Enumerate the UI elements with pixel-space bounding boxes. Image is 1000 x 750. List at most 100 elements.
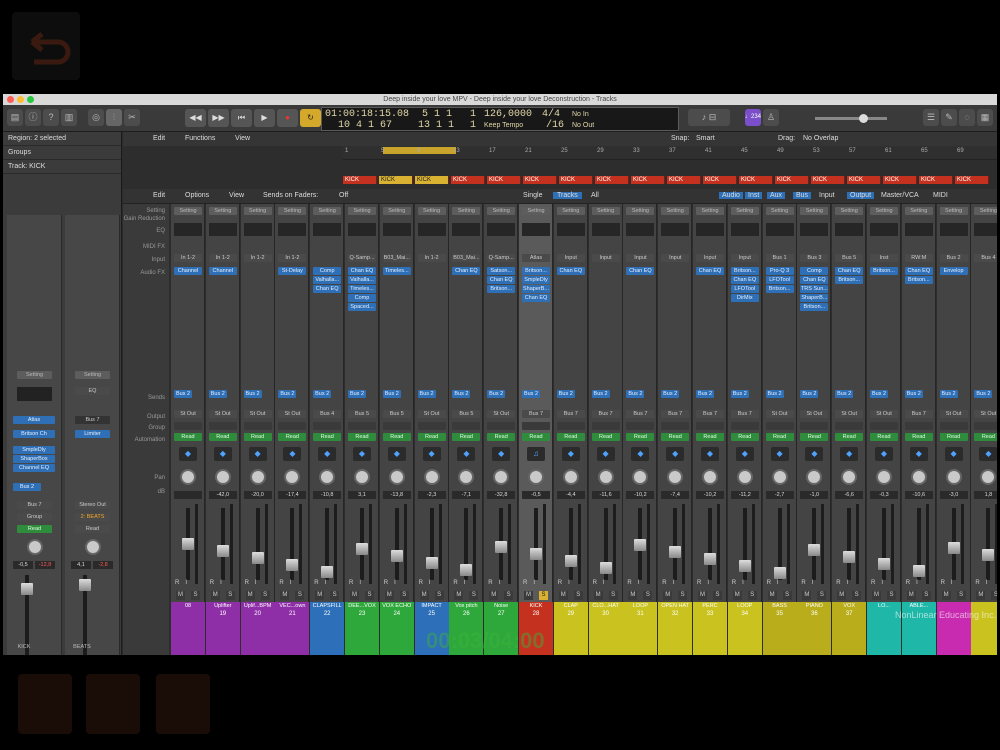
mute-button[interactable]: M [872,591,881,600]
output-slot[interactable]: St Out [974,410,997,418]
output-slot[interactable]: St Out [765,410,794,418]
group-slot[interactable] [870,422,898,430]
mute-button[interactable]: M [384,591,394,600]
plugin-slot[interactable]: Satson... [487,267,516,275]
input-slot[interactable]: Bus 4 [974,254,997,262]
strip-setting[interactable]: Setting [278,207,307,215]
eq-thumbnail[interactable] [278,223,307,236]
volume-fader[interactable] [495,508,508,580]
input-slot[interactable]: Bus 3 [800,254,829,262]
solo-button[interactable]: S [365,591,374,600]
fader-cap[interactable] [738,560,751,572]
mute-button[interactable]: M [976,591,986,600]
record-input-buttons[interactable]: RI [453,580,471,586]
filter-aux[interactable]: Aux [767,192,786,199]
back-button[interactable] [12,12,80,80]
output-slot[interactable]: Bus 4 [313,410,342,418]
mute-button[interactable]: M [767,591,777,600]
group-slot[interactable] [626,422,655,430]
output-slot[interactable]: St Out [800,410,829,418]
plugin-slot[interactable]: Valhalla... [348,276,376,284]
kick-region[interactable]: KICK [343,176,377,184]
pan-knob[interactable] [284,469,301,485]
automation-mode[interactable]: Read [313,433,342,441]
volume-fader[interactable] [738,508,751,580]
volume-fader[interactable] [912,508,925,580]
group-slot[interactable] [452,422,481,430]
volume-fader[interactable] [878,508,890,580]
pan-knob[interactable] [249,469,266,485]
plugin-slot[interactable]: Britson... [800,303,829,311]
pan-knob[interactable] [319,469,336,485]
strip-setting[interactable]: Setting [626,207,655,215]
solo-button[interactable]: S [887,591,896,600]
send-slot[interactable]: Bus 2 [452,390,471,398]
fader-cap[interactable] [321,566,334,578]
plugin-slot[interactable]: Atlas [13,416,55,424]
group-slot[interactable] [591,422,620,430]
record-input-buttons[interactable]: RI [941,580,959,586]
solo-button[interactable]: S [539,591,548,600]
filter-input[interactable]: Input [819,192,835,199]
plugin-slot[interactable]: SmpleDly [13,446,55,454]
functions-menu[interactable]: Functions [185,135,215,142]
automation-mode[interactable]: Read [417,433,446,441]
strip-setting[interactable]: Setting [974,207,997,215]
send-slot[interactable]: Bus 2 [382,390,401,398]
solo-button[interactable]: S [782,591,792,600]
output-slot[interactable]: Bus 7 [522,410,550,418]
send-slot[interactable]: Bus 2 [208,390,227,398]
kick-region[interactable]: KICK [595,176,629,184]
strip-setting[interactable]: Setting [17,371,52,379]
filter-inst[interactable]: Inst [745,192,763,199]
group-slot[interactable] [661,422,690,430]
output-slot[interactable]: Bus 7 [591,410,620,418]
record-input-buttons[interactable]: RI [627,580,645,586]
mute-button[interactable]: M [698,591,707,600]
pan-knob[interactable] [702,469,718,485]
snap-menu[interactable]: Smart [696,135,715,142]
record-input-buttons[interactable]: RI [836,580,854,586]
plugin-slot[interactable]: Britson... [765,285,794,293]
toolbar-button[interactable]: ▥ [61,109,77,126]
automation-mode[interactable]: Read [696,433,724,441]
eq-thumbnail[interactable] [487,223,516,236]
strip-setting[interactable]: Setting [417,207,446,215]
record-input-buttons[interactable]: RI [384,580,402,586]
plugin-slot[interactable]: Britson... [730,267,759,275]
kick-region[interactable]: KICK [847,176,881,184]
kick-region[interactable]: KICK [703,176,737,184]
pan-knob[interactable] [214,469,231,485]
send-slot[interactable]: Bus 2 [243,390,262,398]
record-input-buttons[interactable]: RI [349,580,367,586]
input-slot[interactable]: Q-Samp... [487,254,516,262]
mute-button[interactable]: M [245,591,255,600]
automation-mode[interactable]: Read [174,433,202,441]
send-slot[interactable]: Bus 2 [313,390,332,398]
send-slot[interactable]: Bus 2 [591,390,610,398]
lcd-display[interactable]: 01:00:18:15.08 10 4 1 67 5 1 1 13 1 1 1 … [321,107,679,131]
pan-knob[interactable] [388,469,405,485]
tracks-button[interactable]: Tracks [553,192,582,199]
output-slot[interactable]: Bus 7 [626,410,655,418]
kick-region[interactable]: KICK [487,176,521,184]
fader-cap[interactable] [356,543,368,555]
pan-knob[interactable] [27,539,43,555]
smart-controls-button[interactable]: ◎ [88,109,104,126]
plugin-slot[interactable]: Timeles... [382,267,411,275]
mixer-edit-menu[interactable]: Edit [153,192,165,199]
strip-setting[interactable]: Setting [835,207,864,215]
volume-fader[interactable] [982,508,995,580]
automation-mode[interactable]: Read [75,525,110,533]
record-input-buttons[interactable]: RI [975,580,993,586]
plugin-slot[interactable]: Chan EQ [348,267,376,275]
input-slot[interactable]: Input [591,254,620,262]
pause-icon[interactable] [86,674,140,734]
mute-button[interactable]: M [732,591,742,600]
mute-button[interactable]: M [350,591,359,600]
fader-cap[interactable] [286,559,299,571]
metronome-button[interactable]: ♙ [763,109,779,126]
solo-button[interactable]: S [643,591,653,600]
pan-knob[interactable] [771,469,788,485]
eq-thumbnail[interactable] [730,223,759,236]
